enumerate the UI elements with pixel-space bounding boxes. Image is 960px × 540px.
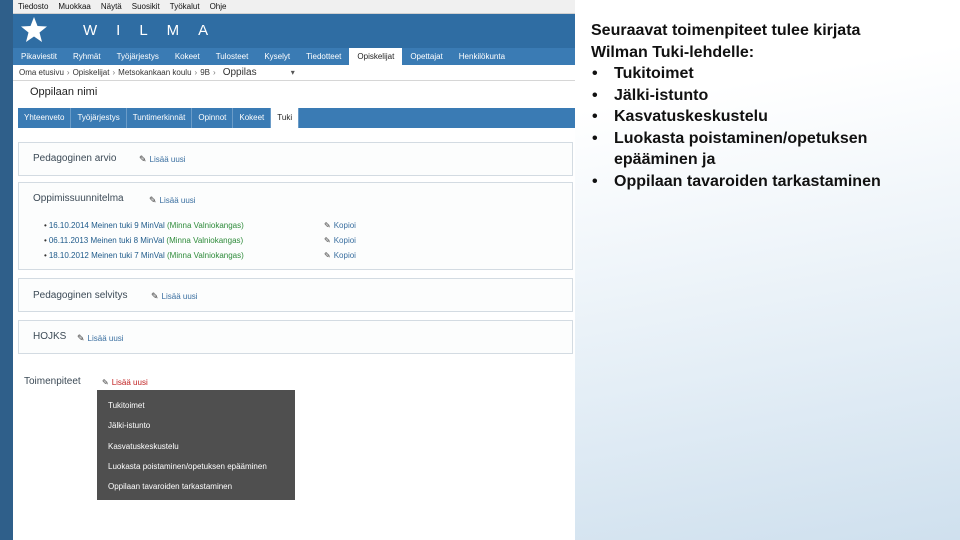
pencil-icon: ✎ [139,154,147,164]
pencil-icon: ✎ [149,195,157,205]
menu-file[interactable]: Tiedosto [13,2,53,11]
breadcrumb-separator: › [112,68,116,77]
tab-exams[interactable]: Kokeet [167,48,208,65]
pencil-icon: ✎ [324,221,331,230]
copy-link[interactable]: ✎ Kopioi [324,236,356,245]
window-edge [0,0,13,540]
tab-messages[interactable]: Pikaviestit [13,48,65,65]
menu-edit[interactable]: Muokkaa [53,2,95,11]
main-nav: Pikaviestit Ryhmät Työjärjestys Kokeet T… [13,48,575,65]
wilma-header: WILMA [13,14,575,48]
list-item: Jälki-istunto [591,85,941,107]
pencil-icon: ✎ [102,378,109,387]
list-item[interactable]: • 18.10.2012 Meinen tuki 7 MinVal (Minna … [44,251,244,260]
menu-item-inspection-of-belongings[interactable]: Oppilaan tavaroiden tarkastaminen [97,477,295,497]
list-item: Luokasta poistaminen/opetuksen epääminen… [591,128,941,171]
student-name-heading: Oppilaan nimi [30,86,98,98]
list-item: Oppilaan tavaroiden tarkastaminen [591,171,941,193]
tab-surveys[interactable]: Kyselyt [256,48,298,65]
list-item[interactable]: • 06.11.2013 Meinen tuki 8 MinVal (Minna … [44,236,243,245]
browser-menubar: Tiedosto Muokkaa Näytä Suosikit Työkalut… [13,0,575,14]
menu-item-detention[interactable]: Jälki-istunto [97,416,295,436]
slide-text: Seuraavat toimenpiteet tulee kirjata Wil… [591,20,941,192]
menu-item-support-measures[interactable]: Tukitoimet [97,396,295,416]
panel-title: Pedagoginen selvitys [33,290,128,301]
student-select[interactable]: Oppilas [219,67,291,78]
measures-title: Toimenpiteet [24,376,81,387]
subtab-summary[interactable]: Yhteenveto [18,108,72,128]
copy-link[interactable]: ✎ Kopioi [324,251,356,260]
breadcrumb-separator: › [66,68,70,77]
copy-link[interactable]: ✎ Kopioi [324,221,356,230]
panel-pedagogical-statement: Pedagoginen selvitys ✎ Lisää uusi [18,278,573,312]
tab-students[interactable]: Opiskelijat [349,48,403,65]
menu-item-removal-from-class[interactable]: Luokasta poistaminen/opetuksen epääminen [97,457,295,477]
list-item: Kasvatuskeskustelu [591,106,941,128]
breadcrumb-school[interactable]: Metsokankaan koulu [118,68,191,77]
intro-line: Wilman Tuki-lehdelle: [591,43,755,61]
breadcrumb-students[interactable]: Opiskelijat [73,68,110,77]
menu-help[interactable]: Ohje [205,2,232,11]
panel-pedagogical-assessment: Pedagoginen arvio ✎ Lisää uusi [18,142,573,176]
tab-groups[interactable]: Ryhmät [65,48,109,65]
measures-dropdown-menu: Tukitoimet Jälki-istunto Kasvatuskeskust… [97,390,295,500]
subtab-schedule[interactable]: Työjärjestys [71,108,127,128]
chevron-down-icon[interactable]: ▾ [291,68,295,77]
student-subtabs: Yhteenveto Työjärjestys Tuntimerkinnät O… [18,108,575,128]
add-new-measure-button[interactable]: ✎ Lisää uusi [102,378,148,387]
tab-teachers[interactable]: Opettajat [402,48,450,65]
tab-schedule[interactable]: Työjärjestys [109,48,167,65]
panel-learning-plan: Oppimissuunnitelma ✎ Lisää uusi • 16.10.20… [18,182,573,270]
list-item: Tukitoimet [591,63,941,85]
measures-list: Tukitoimet Jälki-istunto Kasvatuskeskust… [591,63,941,192]
menu-tools[interactable]: Työkalut [165,2,205,11]
breadcrumb-home[interactable]: Oma etusivu [19,68,64,77]
subtab-studies[interactable]: Opinnot [192,108,234,128]
panel-hojks: HOJKS ✎ Lisää uusi [18,320,573,354]
tab-printouts[interactable]: Tulosteet [208,48,257,65]
menu-favorites[interactable]: Suosikit [127,2,165,11]
breadcrumb: Oma etusivu › Opiskelijat › Metsokankaan… [13,65,575,81]
panel-title: Pedagoginen arvio [33,153,117,164]
breadcrumb-class[interactable]: 9B [200,68,210,77]
menu-view[interactable]: Näytä [96,2,127,11]
pencil-icon: ✎ [324,251,331,260]
breadcrumb-separator: › [194,68,198,77]
list-item[interactable]: • 16.10.2014 Meinen tuki 9 MinVal (Minna … [44,221,244,230]
tab-staff[interactable]: Henkilökunta [451,48,513,65]
add-new-link[interactable]: ✎ Lisää uusi [151,291,198,302]
breadcrumb-separator: › [213,68,216,77]
subtab-support[interactable]: Tuki [271,108,300,128]
add-new-link[interactable]: ✎ Lisää uusi [149,195,196,206]
intro-line: Seuraavat toimenpiteet tulee kirjata [591,22,861,39]
brand-name: WILMA [83,22,228,39]
tab-announcements[interactable]: Tiedotteet [298,48,349,65]
panel-title: Oppimissuunnitelma [33,193,124,204]
subtab-exams[interactable]: Kokeet [233,108,272,128]
wilma-screenshot: Tiedosto Muokkaa Näytä Suosikit Työkalut… [0,0,575,540]
pencil-icon: ✎ [77,333,85,343]
pencil-icon: ✎ [324,236,331,245]
pencil-icon: ✎ [151,291,159,301]
panel-title: HOJKS [33,331,67,342]
add-new-link[interactable]: ✎ Lisää uusi [77,333,124,344]
star-logo-icon [21,17,47,42]
add-new-link[interactable]: ✎ Lisää uusi [139,154,186,165]
subtab-lesson-marks[interactable]: Tuntimerkinnät [127,108,193,128]
menu-item-educational-discussion[interactable]: Kasvatuskeskustelu [97,437,295,457]
